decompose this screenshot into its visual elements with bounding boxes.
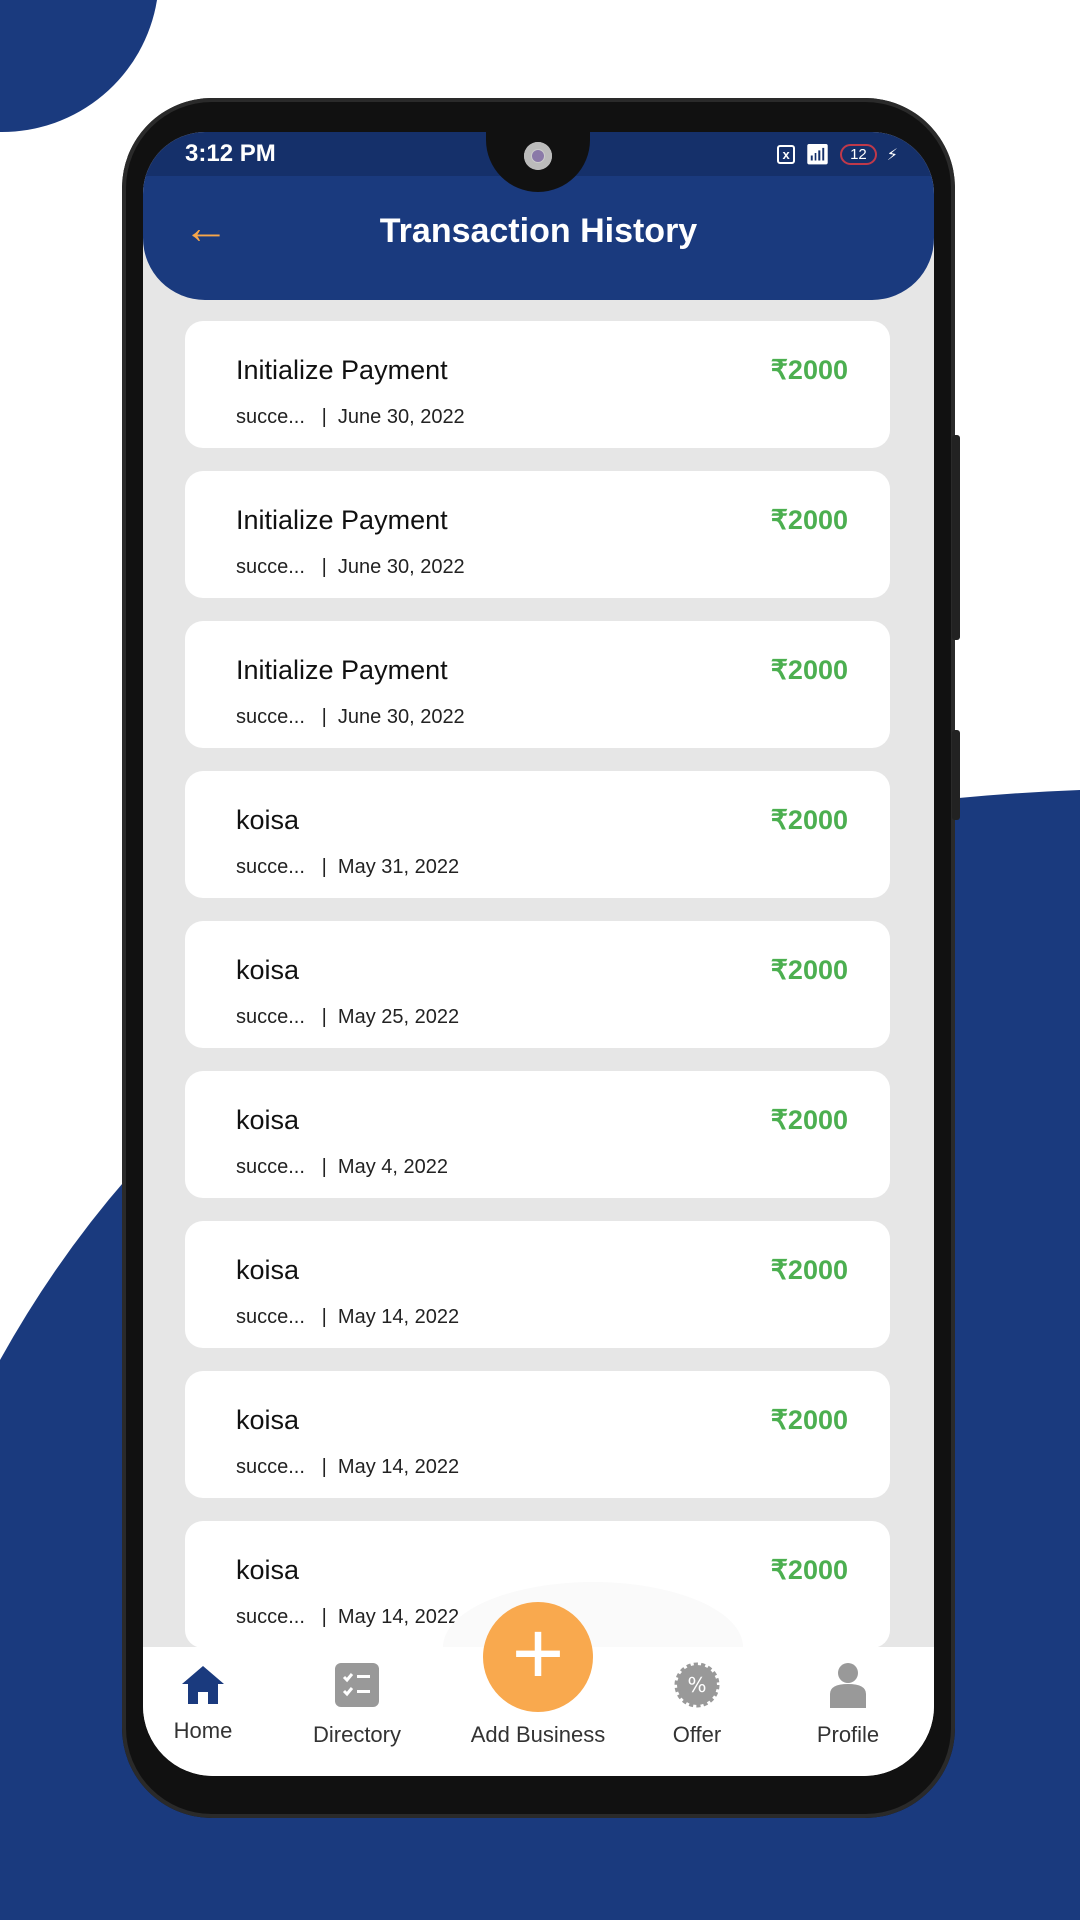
transaction-status: succe...	[236, 1456, 305, 1478]
transaction-name: koisa	[236, 1255, 300, 1285]
battery-indicator: 12	[840, 144, 877, 165]
app-header: ← Transaction History	[143, 176, 934, 300]
charging-icon: ⚡︎	[886, 146, 898, 164]
camera-icon	[524, 142, 552, 170]
plus-icon: +	[511, 1604, 565, 1704]
app-screen: 3:12 PM x 📶︎ 12 ⚡︎ ← Transaction History…	[143, 132, 934, 1776]
transaction-name: koisa	[236, 805, 300, 835]
transaction-date: May 4, 2022	[337, 1156, 448, 1178]
svg-text:%: %	[687, 1673, 706, 1697]
add-business-button[interactable]: +	[483, 1602, 593, 1712]
transaction-name: koisa	[236, 1555, 300, 1585]
transaction-card[interactable]: koisa ₹2000 succe... | May 4, 2022	[185, 1071, 890, 1198]
transaction-amount: ₹2000	[770, 1255, 848, 1285]
power-button	[952, 730, 960, 820]
nav-home[interactable]: Home	[143, 1660, 263, 1744]
transaction-amount: ₹2000	[770, 655, 848, 685]
transaction-name: Initialize Payment	[236, 655, 448, 685]
nav-home-label: Home	[173, 1718, 233, 1743]
transaction-card[interactable]: koisa ₹2000 succe... | May 14, 2022	[185, 1221, 890, 1348]
transaction-status: succe...	[236, 856, 305, 878]
transaction-date: June 30, 2022	[337, 556, 465, 578]
transaction-amount: ₹2000	[770, 1405, 848, 1435]
transaction-meta: succe... | May 31, 2022	[236, 856, 460, 878]
transaction-amount: ₹2000	[770, 1555, 848, 1585]
transaction-meta: succe... | June 30, 2022	[236, 406, 465, 428]
background-blob	[0, 0, 157, 133]
transaction-card[interactable]: Initialize Payment ₹2000 succe... | June…	[185, 471, 890, 598]
no-sim-icon: x	[777, 145, 795, 164]
transaction-status: succe...	[236, 1156, 305, 1178]
volume-button	[952, 435, 960, 640]
transaction-card[interactable]: koisa ₹2000 succe... | May 25, 2022	[185, 921, 890, 1048]
transaction-name: koisa	[236, 955, 300, 985]
transaction-card[interactable]: koisa ₹2000 succe... | May 31, 2022	[185, 771, 890, 898]
transaction-date: May 14, 2022	[337, 1306, 460, 1328]
transaction-date: June 30, 2022	[337, 406, 465, 428]
profile-icon	[830, 1663, 866, 1708]
transaction-meta: succe... | May 14, 2022	[236, 1606, 460, 1628]
transaction-status: succe...	[236, 1006, 305, 1028]
transaction-meta: succe... | May 25, 2022	[236, 1006, 460, 1028]
transaction-status: succe...	[236, 556, 305, 578]
nav-profile[interactable]: Profile	[788, 1660, 908, 1748]
offer-badge-icon: %	[674, 1662, 720, 1708]
transaction-status: succe...	[236, 1606, 305, 1628]
transaction-meta: succe... | June 30, 2022	[236, 556, 465, 578]
checklist-icon	[335, 1663, 379, 1707]
nav-profile-label: Profile	[816, 1722, 880, 1747]
transaction-amount: ₹2000	[770, 805, 848, 835]
transaction-card[interactable]: koisa ₹2000 succe... | May 14, 2022	[185, 1371, 890, 1498]
transaction-date: June 30, 2022	[337, 706, 465, 728]
transaction-date: May 31, 2022	[337, 856, 460, 878]
transaction-status: succe...	[236, 706, 305, 728]
status-time: 3:12 PM	[185, 140, 276, 167]
transaction-name: Initialize Payment	[236, 355, 448, 385]
transaction-card[interactable]: Initialize Payment ₹2000 succe... | June…	[185, 321, 890, 448]
transaction-meta: succe... | June 30, 2022	[236, 706, 465, 728]
transaction-card[interactable]: Initialize Payment ₹2000 succe... | June…	[185, 621, 890, 748]
wifi-icon: 📶︎	[804, 144, 831, 166]
transaction-meta: succe... | May 14, 2022	[236, 1456, 460, 1478]
transaction-amount: ₹2000	[770, 355, 848, 385]
transaction-name: Initialize Payment	[236, 505, 448, 535]
transaction-date: May 14, 2022	[337, 1456, 460, 1478]
transaction-amount: ₹2000	[770, 505, 848, 535]
transaction-meta: succe... | May 14, 2022	[236, 1306, 460, 1328]
transaction-status: succe...	[236, 406, 305, 428]
transaction-amount: ₹2000	[770, 1105, 848, 1135]
home-icon	[182, 1666, 224, 1704]
transaction-name: koisa	[236, 1105, 300, 1135]
nav-offer-label: Offer	[672, 1722, 722, 1747]
transaction-name: koisa	[236, 1405, 300, 1435]
transaction-date: May 25, 2022	[337, 1006, 460, 1028]
transaction-status: succe...	[236, 1306, 305, 1328]
page-title: Transaction History	[379, 212, 698, 250]
transaction-meta: succe... | May 4, 2022	[236, 1156, 448, 1178]
transaction-amount: ₹2000	[770, 955, 848, 985]
transaction-date: May 14, 2022	[337, 1606, 460, 1628]
nav-offer[interactable]: % Offer	[637, 1660, 757, 1748]
